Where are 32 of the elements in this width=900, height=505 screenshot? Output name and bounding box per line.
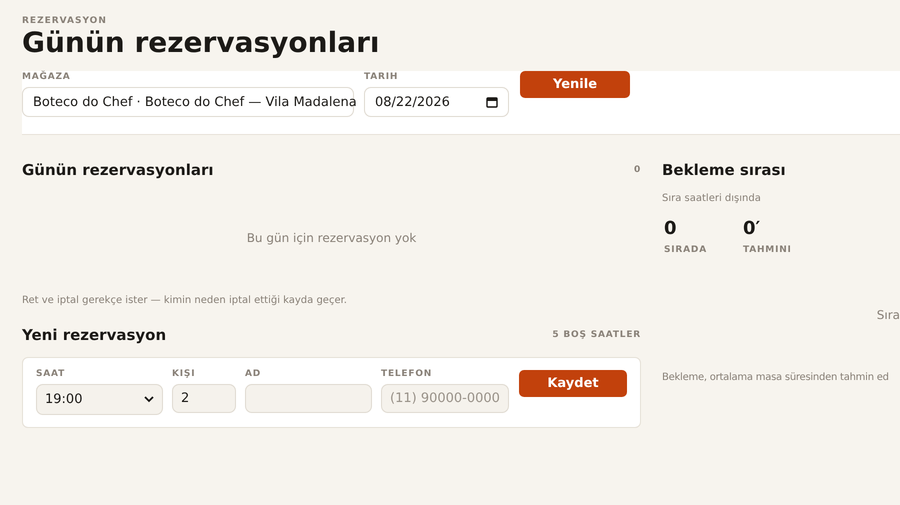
section-title: Bekleme sırası xyxy=(662,161,787,180)
calendar-icon xyxy=(486,96,498,108)
time-select[interactable]: 19:00 xyxy=(36,384,163,416)
footnote-text: Bekleme, ortalama masa süresinden tahmin ed xyxy=(662,372,889,384)
field-label: MAĞAZA xyxy=(22,72,71,82)
chevron-down-icon xyxy=(144,396,154,404)
section-title: Günün rezervasyonları xyxy=(22,161,214,180)
stat-label: SIRADA xyxy=(664,245,707,256)
info-note: Ret ve iptal gerekçe ister — kimin neden iptal ettiği kayda geçer. xyxy=(22,295,347,306)
empty-queue-text: Sıra xyxy=(876,308,900,322)
page-title: Günün rezervasyonları xyxy=(22,27,380,60)
section-title: Yeni rezervasyon xyxy=(22,326,166,344)
field-label: KIŞI xyxy=(172,369,196,380)
refresh-button[interactable]: Yenile xyxy=(520,71,630,98)
save-button[interactable]: Kaydet xyxy=(519,370,627,398)
input-field[interactable] xyxy=(245,384,372,414)
store-select[interactable]: Boteco do Chef · Boteco do Chef — Vila Madalena xyxy=(22,87,354,118)
free-slots-count: 5 BOŞ SAATLER xyxy=(552,330,641,340)
field-label: AD xyxy=(245,369,262,380)
reservation-count: 0 xyxy=(634,165,641,176)
field-label: TELEFON xyxy=(381,369,432,380)
queue-status: Sıra saatleri dışında xyxy=(662,193,761,204)
empty-state-text: Bu gün için rezervasyon yok xyxy=(246,231,416,246)
field-label: TARIH xyxy=(364,72,398,82)
field-label: SAAT xyxy=(36,369,66,380)
input-field[interactable]: 2 xyxy=(172,384,236,414)
stat-label: TAHMINI xyxy=(742,245,792,256)
input-field[interactable]: (11) 90000-0000 xyxy=(381,384,509,414)
stat-value: 0 xyxy=(664,218,678,240)
section-eyebrow: REZERVASYON xyxy=(22,16,107,26)
date-field[interactable]: 08/22/2026 xyxy=(364,87,509,118)
stat-value: 0′ xyxy=(742,218,762,240)
